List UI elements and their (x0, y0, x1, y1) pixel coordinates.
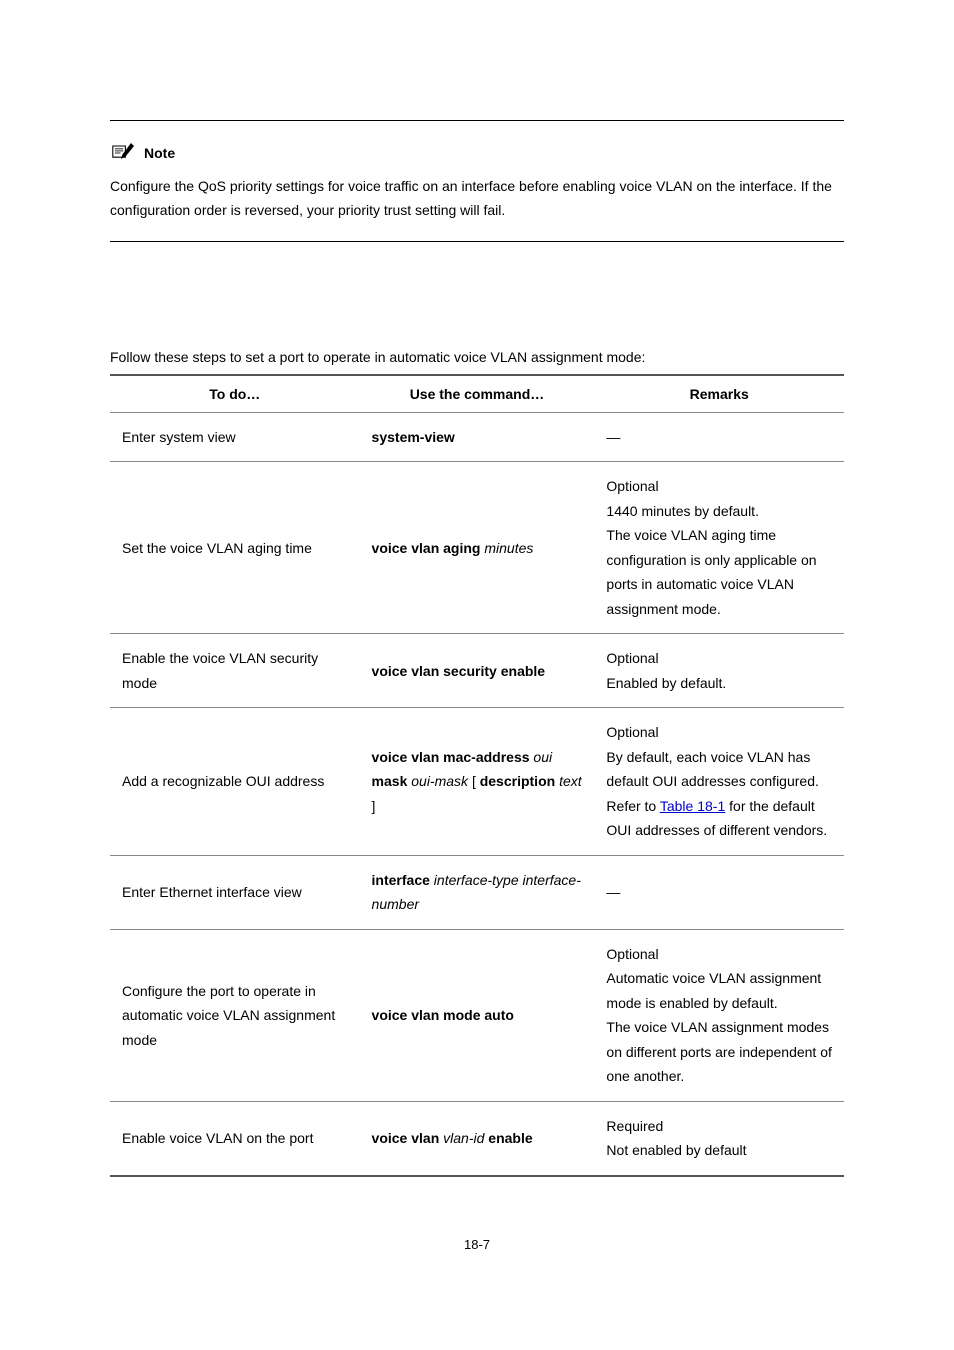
table-row: Enable the voice VLAN security mode voic… (110, 634, 844, 708)
cmd-text: voice vlan mac-address (372, 749, 530, 765)
cmd-param: vlan-id (443, 1130, 484, 1146)
cell-todo: Enter Ethernet interface view (110, 855, 360, 929)
steps-intro: Follow these steps to set a port to oper… (110, 346, 844, 368)
page-content: Note Configure the QoS priority settings… (0, 0, 954, 1312)
cmd-param: minutes (484, 540, 533, 556)
table-header-row: To do… Use the command… Remarks (110, 375, 844, 413)
table-row: Configure the port to operate in automat… (110, 929, 844, 1101)
col-todo: To do… (110, 375, 360, 413)
page-footer: 18-7 (110, 1237, 844, 1252)
cmd-param: oui (533, 749, 552, 765)
divider-top (110, 120, 844, 121)
cell-remarks: — (594, 412, 844, 462)
cmd-text: description (480, 773, 555, 789)
cmd-text: enable (488, 1130, 532, 1146)
cell-todo: Enable voice VLAN on the port (110, 1101, 360, 1176)
table-row: Enter Ethernet interface view interface … (110, 855, 844, 929)
note-header: Note (110, 141, 844, 165)
cmd-text: voice vlan mode auto (372, 1007, 514, 1023)
cell-cmd: voice vlan aging minutes (360, 462, 595, 634)
cell-cmd: voice vlan mac-address oui mask oui-mask… (360, 708, 595, 856)
note-block: Note Configure the QoS priority settings… (110, 141, 844, 242)
col-command: Use the command… (360, 375, 595, 413)
cmd-text: voice vlan security enable (372, 663, 546, 679)
cell-remarks: Optional Automatic voice VLAN assignment… (594, 929, 844, 1101)
cmd-text: system-view (372, 429, 455, 445)
cell-cmd: voice vlan vlan-id enable (360, 1101, 595, 1176)
table-row: Enter system view system-view — (110, 412, 844, 462)
note-label: Note (144, 145, 175, 161)
cell-todo: Enable the voice VLAN security mode (110, 634, 360, 708)
cell-todo: Set the voice VLAN aging time (110, 462, 360, 634)
cmd-text: voice vlan aging (372, 540, 481, 556)
cell-todo: Add a recognizable OUI address (110, 708, 360, 856)
table-row: Enable voice VLAN on the port voice vlan… (110, 1101, 844, 1176)
divider-bottom (110, 241, 844, 242)
note-icon (110, 141, 138, 165)
cell-cmd: system-view (360, 412, 595, 462)
note-text: Configure the QoS priority settings for … (110, 175, 844, 223)
table-row: Set the voice VLAN aging time voice vlan… (110, 462, 844, 634)
cell-todo: Enter system view (110, 412, 360, 462)
cmd-text: interface (372, 872, 430, 888)
cell-remarks: — (594, 855, 844, 929)
page-number: 18-7 (464, 1237, 490, 1252)
cell-remarks: Required Not enabled by default (594, 1101, 844, 1176)
cmd-param: text (559, 773, 582, 789)
cell-remarks: Optional Enabled by default. (594, 634, 844, 708)
table-link[interactable]: Table 18-1 (660, 798, 725, 814)
cell-todo: Configure the port to operate in automat… (110, 929, 360, 1101)
cmd-text: voice vlan (372, 1130, 440, 1146)
cell-remarks: Optional By default, each voice VLAN has… (594, 708, 844, 856)
cmd-text: mask (372, 773, 408, 789)
cell-cmd: voice vlan security enable (360, 634, 595, 708)
steps-table: To do… Use the command… Remarks Enter sy… (110, 374, 844, 1177)
col-remarks: Remarks (594, 375, 844, 413)
cell-cmd: voice vlan mode auto (360, 929, 595, 1101)
cell-cmd: interface interface-type interface-numbe… (360, 855, 595, 929)
table-row: Add a recognizable OUI address voice vla… (110, 708, 844, 856)
cmd-param: oui-mask (411, 773, 468, 789)
cell-remarks: Optional 1440 minutes by default. The vo… (594, 462, 844, 634)
